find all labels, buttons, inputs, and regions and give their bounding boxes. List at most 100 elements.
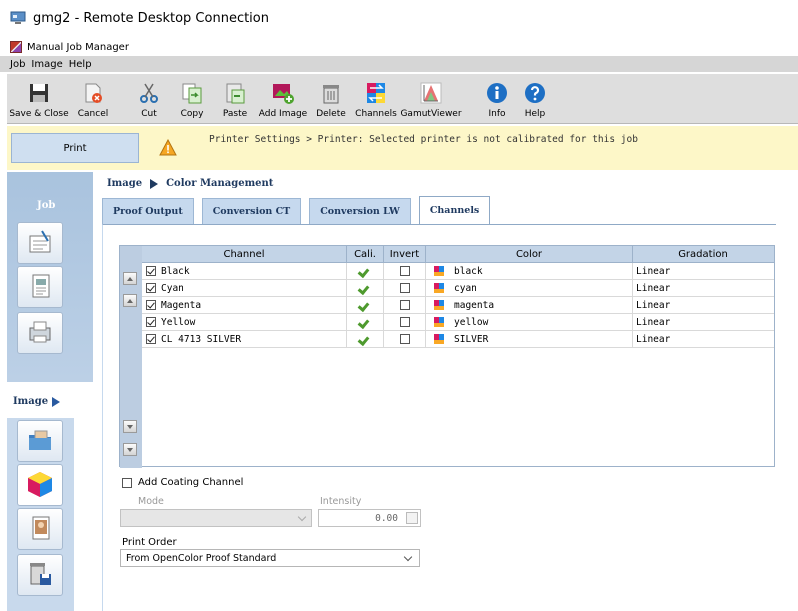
tab-proof-output[interactable]: Proof Output <box>102 198 194 224</box>
channels-button[interactable]: Channels <box>354 74 398 122</box>
color-name: cyan <box>454 282 477 294</box>
breadcrumb-parent[interactable]: Image <box>107 178 142 189</box>
breadcrumb-arrow-icon <box>150 178 159 189</box>
left-nav: Job Image <box>7 172 93 611</box>
table-row[interactable]: Yellow yellow Linear <box>142 314 774 331</box>
menu-job[interactable]: Job <box>10 59 25 70</box>
color-swatch-icon <box>434 317 444 327</box>
tab-channels[interactable]: Channels <box>418 196 491 224</box>
job-printer-button[interactable] <box>17 312 63 354</box>
chevron-down-icon <box>403 552 413 562</box>
table-row[interactable]: Cyan cyan Linear <box>142 280 774 297</box>
color-name: yellow <box>454 316 489 328</box>
invert-checkbox[interactable] <box>399 283 410 293</box>
color-swatch-icon <box>434 334 444 344</box>
printer-icon <box>26 318 54 349</box>
tab-conversion-lw[interactable]: Conversion LW <box>309 198 411 224</box>
header-gradation[interactable]: Gradation <box>633 246 773 262</box>
tab-bar: Proof Output Conversion CT Conversion LW… <box>102 196 491 224</box>
move-down-button[interactable] <box>123 420 137 433</box>
invert-checkbox[interactable] <box>399 266 410 276</box>
paste-icon <box>223 81 247 105</box>
print-order-select[interactable]: From OpenColor Proof Standard <box>120 549 420 567</box>
image-folder-icon <box>26 426 54 457</box>
calibrated-check-icon <box>359 318 371 327</box>
add-coating-checkbox[interactable] <box>122 477 132 488</box>
help-button[interactable]: Help <box>517 74 553 122</box>
color-name: black <box>454 265 483 277</box>
tab-conversion-ct[interactable]: Conversion CT <box>201 198 302 224</box>
save-icon <box>27 81 51 105</box>
invert-checkbox[interactable] <box>399 300 410 310</box>
delete-button[interactable]: Delete <box>311 74 351 122</box>
header-cali[interactable]: Cali. <box>347 246 384 262</box>
print-bar: Print Printer Settings > Printer: Select… <box>7 126 798 170</box>
mode-label: Mode <box>138 496 164 507</box>
job-layout-button[interactable] <box>17 266 63 308</box>
gamut-viewer-icon <box>419 81 443 105</box>
window-titlebar: gmg2 - Remote Desktop Connection <box>0 0 798 36</box>
channel-name: Yellow <box>161 316 196 328</box>
channel-enable-checkbox[interactable] <box>146 283 156 293</box>
table-header: Channel Cali. Invert Color Gradation <box>142 246 774 263</box>
move-up-button[interactable] <box>123 294 137 307</box>
image-folder-button[interactable] <box>17 420 63 462</box>
color-name: magenta <box>454 299 495 311</box>
app-titlebar: Manual Job Manager <box>0 38 798 56</box>
cut-button[interactable]: Cut <box>129 74 169 122</box>
table-row[interactable]: CL 4713 SILVER SILVER Linear <box>142 331 774 348</box>
menu-help[interactable]: Help <box>69 59 92 70</box>
job-properties-icon <box>26 228 54 259</box>
channel-name: Magenta <box>161 299 202 311</box>
chevron-down-icon <box>297 512 307 522</box>
breadcrumb: Image Color Management <box>107 178 273 189</box>
job-properties-button[interactable] <box>17 222 63 264</box>
add-coating-label: Add Coating Channel <box>138 477 244 488</box>
move-up-top-button[interactable] <box>123 272 137 285</box>
channel-name: Cyan <box>161 282 184 294</box>
remote-desktop-icon <box>10 11 26 25</box>
channel-enable-checkbox[interactable] <box>146 300 156 310</box>
nav-job-label[interactable]: Job <box>37 200 55 211</box>
up-arrow-icon <box>127 298 133 303</box>
intensity-input[interactable]: 0.00 <box>318 509 421 527</box>
channel-enable-checkbox[interactable] <box>146 266 156 276</box>
print-order-value: From OpenColor Proof Standard <box>126 552 277 564</box>
add-image-icon <box>271 81 295 105</box>
gradation-value: Linear <box>636 282 671 294</box>
image-save-button[interactable] <box>17 554 63 596</box>
nav-image-label[interactable]: Image <box>13 396 61 407</box>
table-row[interactable]: Magenta magenta Linear <box>142 297 774 314</box>
info-button[interactable]: Info <box>479 74 515 122</box>
save-close-button[interactable]: Save & Close <box>7 74 71 122</box>
header-color[interactable]: Color <box>426 246 633 262</box>
copy-icon <box>180 81 204 105</box>
gamut-viewer-button[interactable]: GamutViewer <box>400 74 462 122</box>
channel-enable-checkbox[interactable] <box>146 334 156 344</box>
table-row[interactable]: Black black Linear <box>142 263 774 280</box>
move-down-bottom-button[interactable] <box>123 443 137 456</box>
calibrated-check-icon <box>359 267 371 276</box>
invert-checkbox[interactable] <box>399 317 410 327</box>
mode-select[interactable] <box>120 509 312 527</box>
channel-table: Channel Cali. Invert Color Gradation Bla… <box>142 246 774 466</box>
job-layout-icon <box>26 272 54 303</box>
paste-button[interactable]: Paste <box>215 74 255 122</box>
down-arrow-icon <box>127 424 133 429</box>
color-cube-icon <box>25 469 55 502</box>
spinner-icon[interactable] <box>406 512 418 524</box>
color-management-button[interactable] <box>17 464 63 506</box>
copy-button[interactable]: Copy <box>172 74 212 122</box>
image-preview-button[interactable] <box>17 508 63 550</box>
print-button[interactable]: Print <box>11 133 139 163</box>
menu-image[interactable]: Image <box>31 59 62 70</box>
intensity-label: Intensity <box>320 496 362 507</box>
cancel-button[interactable]: Cancel <box>73 74 113 122</box>
invert-checkbox[interactable] <box>399 334 410 344</box>
channel-name: Black <box>161 265 190 277</box>
add-image-button[interactable]: Add Image <box>258 74 308 122</box>
header-invert[interactable]: Invert <box>384 246 426 262</box>
add-coating-row: Add Coating Channel <box>122 477 243 488</box>
channel-enable-checkbox[interactable] <box>146 317 156 327</box>
header-channel[interactable]: Channel <box>142 246 347 262</box>
